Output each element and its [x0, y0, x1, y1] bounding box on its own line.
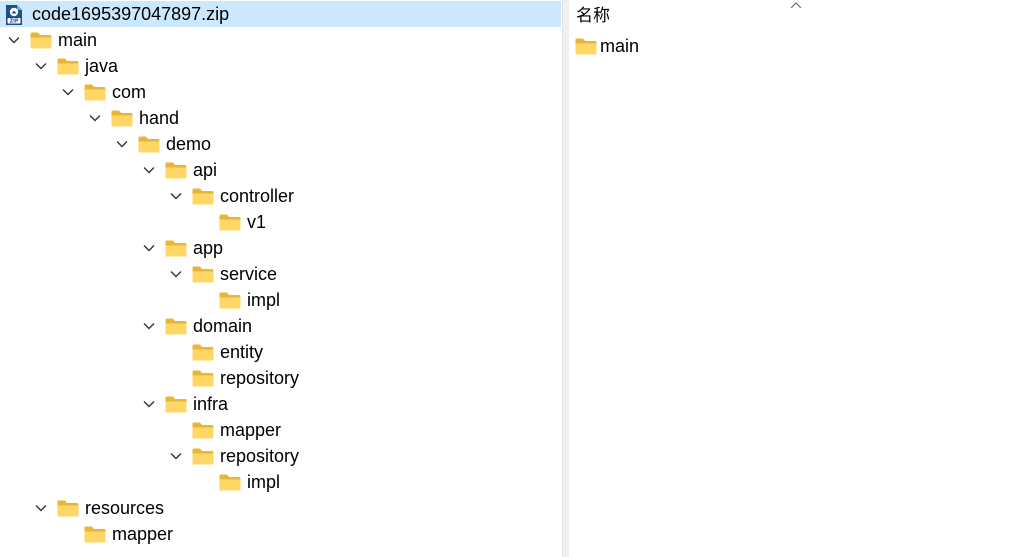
folder-icon	[192, 370, 214, 387]
tree-item-hand[interactable]: hand	[88, 105, 179, 131]
folder-icon	[138, 136, 160, 153]
tree-item-repository[interactable]: repository	[169, 365, 299, 391]
chevron-down-icon[interactable]	[7, 33, 21, 47]
tree-item-infra[interactable]: infra	[142, 391, 228, 417]
folder-icon	[57, 58, 79, 75]
tree-item-service[interactable]: service	[169, 261, 277, 287]
chevron-down-icon[interactable]	[169, 189, 183, 203]
chevron-down-icon[interactable]	[169, 267, 183, 281]
tree-item-label: com	[112, 82, 147, 102]
folder-icon	[165, 318, 187, 335]
list-item-label: main	[600, 36, 640, 56]
folder-icon	[192, 266, 214, 283]
folder-icon	[165, 240, 187, 257]
chevron-down-icon[interactable]	[169, 449, 183, 463]
tree-item-label: demo	[166, 134, 212, 154]
tree-item-domain[interactable]: domain	[142, 313, 252, 339]
archive-name: code1695397047897.zip	[32, 4, 230, 24]
tree-item-v1[interactable]: v1	[196, 209, 266, 235]
tree-item-label: app	[193, 238, 224, 258]
tree-item-label: service	[220, 264, 278, 284]
tree-item-label: controller	[220, 186, 295, 206]
folder-icon	[192, 448, 214, 465]
tree-item-label: domain	[193, 316, 253, 336]
tree-item-mapper[interactable]: mapper	[61, 521, 173, 547]
tree-item-label: infra	[193, 394, 229, 414]
chevron-down-icon[interactable]	[142, 241, 156, 255]
column-header-name[interactable]: 名称	[569, 0, 1015, 32]
tree-item-label: java	[85, 56, 119, 76]
folder-icon	[219, 214, 241, 231]
tree-item-label: repository	[220, 368, 300, 388]
svg-text:ZIP: ZIP	[10, 19, 19, 25]
folder-icon	[192, 344, 214, 361]
tree-item-mapper[interactable]: mapper	[169, 417, 281, 443]
chevron-down-icon[interactable]	[142, 163, 156, 177]
folder-icon	[57, 500, 79, 517]
folder-icon	[84, 526, 106, 543]
chevron-down-icon[interactable]	[34, 59, 48, 73]
navigation-tree: ZIP code1695397047897.zip main java com han…	[0, 0, 562, 557]
zip-archive-icon: ZIP	[3, 4, 25, 26]
tree-item-impl[interactable]: impl	[196, 287, 280, 313]
chevron-down-icon[interactable]	[115, 137, 129, 151]
tree-item-app[interactable]: app	[142, 235, 223, 261]
tree-item-repository[interactable]: repository	[169, 443, 299, 469]
folder-icon	[84, 84, 106, 101]
tree-item-label: entity	[220, 342, 264, 362]
tree-item-main[interactable]: main	[7, 27, 97, 53]
tree-item-com[interactable]: com	[61, 79, 146, 105]
tree-item-demo[interactable]: demo	[115, 131, 211, 157]
chevron-down-icon[interactable]	[142, 397, 156, 411]
tree-item-label: v1	[247, 212, 267, 232]
chevron-down-icon[interactable]	[142, 319, 156, 333]
tree-item-label: hand	[139, 108, 180, 128]
file-list-pane: 名称 main	[569, 0, 1015, 557]
list-item[interactable]: main	[569, 33, 769, 59]
tree-item-java[interactable]: java	[34, 53, 118, 79]
folder-icon	[219, 474, 241, 491]
chevron-down-icon[interactable]	[34, 501, 48, 515]
tree-item-label: repository	[220, 446, 300, 466]
chevron-down-icon[interactable]	[61, 85, 75, 99]
tree-item-controller[interactable]: controller	[169, 183, 294, 209]
folder-icon	[111, 110, 133, 127]
tree-item-label: mapper	[112, 524, 174, 544]
folder-icon	[165, 162, 187, 179]
tree-item-resources[interactable]: resources	[34, 495, 164, 521]
archive-explorer-window: ZIP code1695397047897.zip main java com han…	[0, 0, 1015, 557]
tree-item-label: impl	[247, 290, 281, 310]
tree-item-label: main	[58, 30, 98, 50]
sort-ascending-icon	[790, 1, 802, 9]
tree-item-api[interactable]: api	[142, 157, 217, 183]
tree-item-entity[interactable]: entity	[169, 339, 263, 365]
tree-item-impl[interactable]: impl	[196, 469, 280, 495]
column-header-label: 名称	[576, 6, 610, 25]
tree-item-label: mapper	[220, 420, 282, 440]
chevron-down-icon[interactable]	[88, 111, 102, 125]
tree-item-label: api	[193, 160, 218, 180]
folder-icon	[575, 38, 597, 55]
folder-icon	[165, 396, 187, 413]
folder-icon	[192, 422, 214, 439]
folder-icon	[219, 292, 241, 309]
folder-icon	[30, 32, 52, 49]
tree-item-label: impl	[247, 472, 281, 492]
pane-splitter[interactable]	[562, 0, 569, 557]
tree-root-archive[interactable]: ZIP code1695397047897.zip	[0, 1, 561, 27]
folder-icon	[192, 188, 214, 205]
tree-item-label: resources	[85, 498, 165, 518]
